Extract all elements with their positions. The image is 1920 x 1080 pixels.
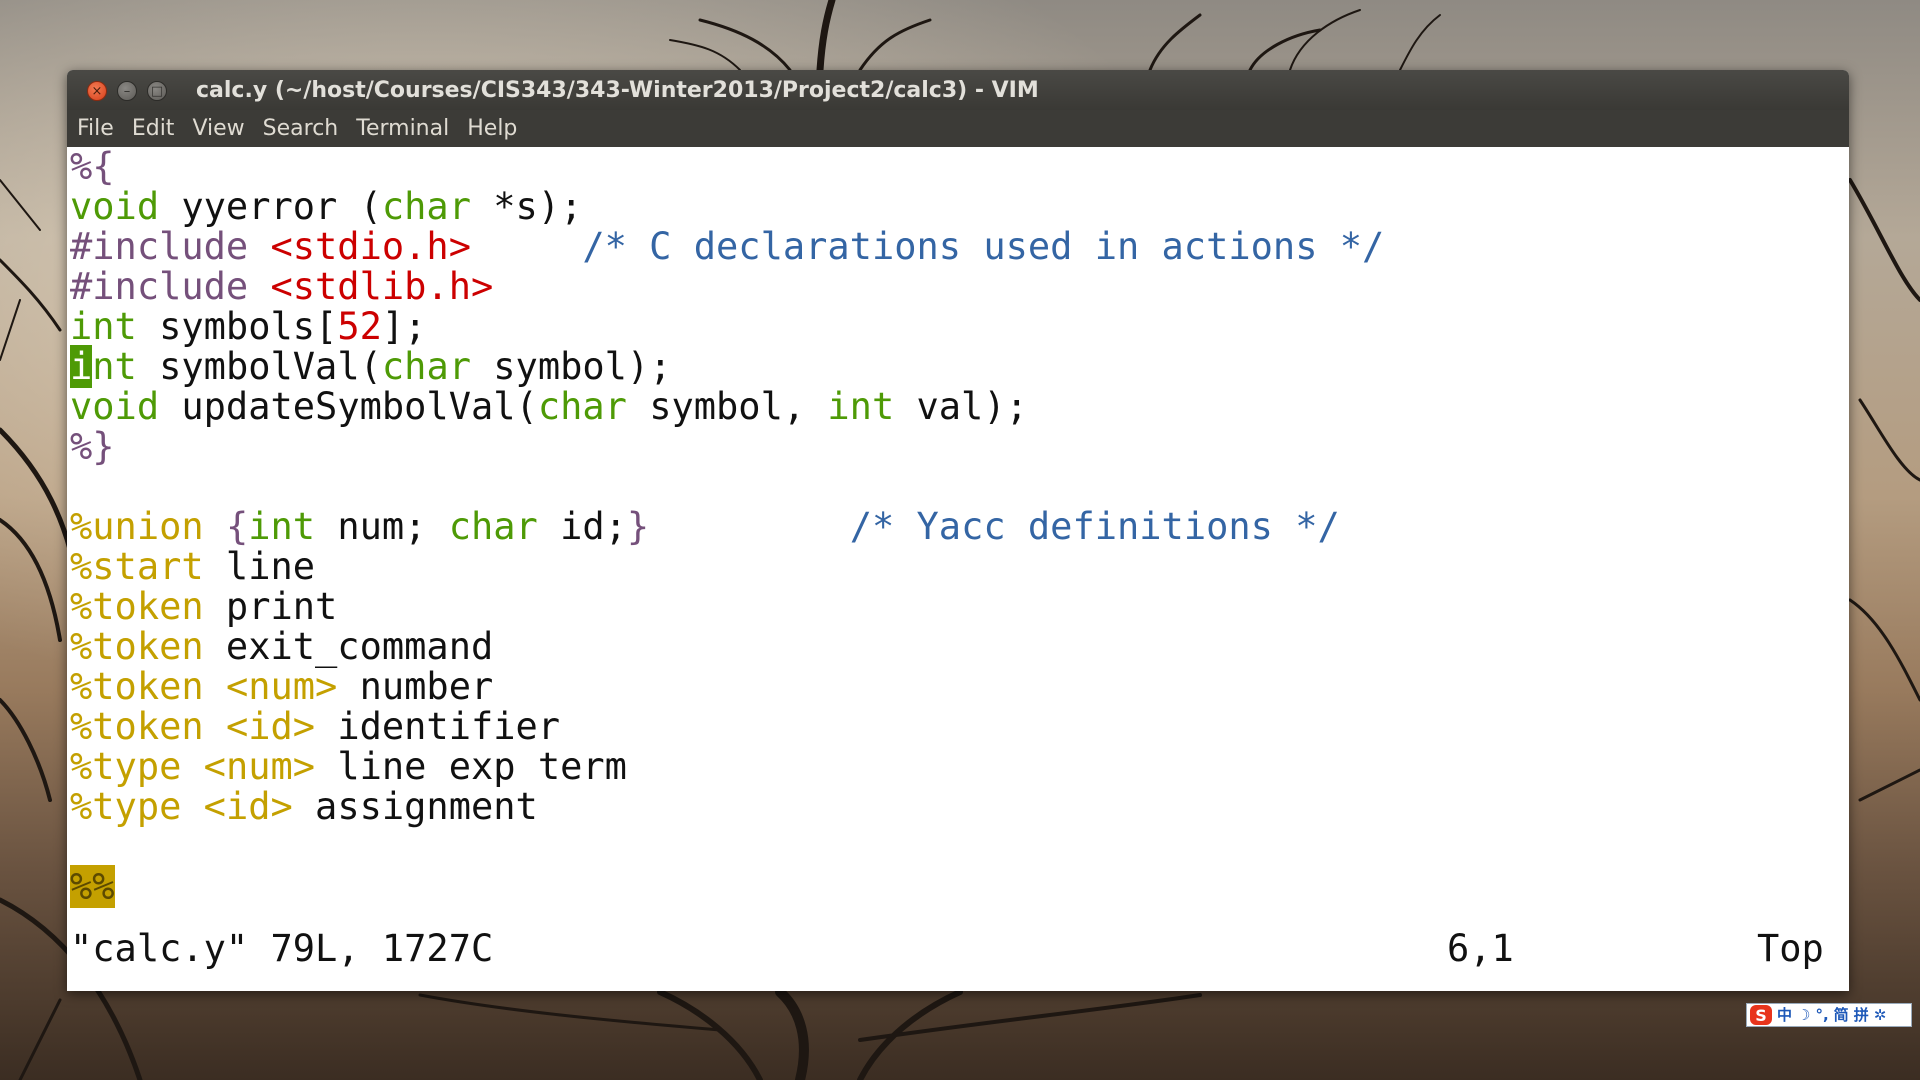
code-line: %type <num> line exp term [70,745,627,788]
minimize-icon[interactable]: – [117,81,137,101]
text-cursor: i [70,345,93,388]
scroll-indicator: Top [1757,927,1824,970]
code-line: %start line [70,545,316,588]
code-line: %token exit_command [70,625,494,668]
cursor-position: 6,1 [1447,927,1514,970]
window-title: calc.y (~/host/Courses/CIS343/343-Winter… [196,78,1039,103]
code-line: %token print [70,585,338,628]
menu-terminal[interactable]: Terminal [348,116,457,141]
punctuation-icon[interactable]: °, [1815,1007,1828,1023]
vim-status-line: "calc.y" 79L, 1727C 6,1 Top [67,927,1849,971]
code-line: %token <id> identifier [70,705,561,748]
code-line: void yyerror (char *s); [70,185,583,228]
file-info: "calc.y" 79L, 1727C [70,927,494,970]
code-line: %type <id> assignment [70,785,538,828]
sogou-logo-icon[interactable]: S [1750,1005,1772,1025]
code-line: int symbols[52]; [70,305,427,348]
menu-search[interactable]: Search [255,116,347,141]
menu-help[interactable]: Help [459,116,525,141]
code-line: #include <stdlib.h> [70,265,494,308]
code-line: %} [70,425,115,468]
vim-editor[interactable]: %{ void yyerror (char *s); #include <std… [67,147,1849,991]
ime-toolbar[interactable]: S 中 ☽ °, 简 拼 ✲ [1746,1003,1912,1027]
code-line: %{ [70,145,115,188]
code-line: %token <num> number [70,665,494,708]
close-icon[interactable]: × [87,81,107,101]
code-line: %union {int num; char id;} /* Yacc defin… [70,505,1340,548]
maximize-icon[interactable]: □ [147,81,167,101]
menu-view[interactable]: View [184,116,252,141]
match-highlight: %% [70,865,115,908]
ime-simplified-toggle[interactable]: 简 [1834,1007,1849,1023]
menu-file[interactable]: File [69,116,122,141]
menu-bar: File Edit View Search Terminal Help [67,110,1849,147]
ime-pinyin-toggle[interactable]: 拼 [1854,1007,1869,1023]
code-line: #include <stdio.h> /* C declarations use… [70,225,1385,268]
ime-language-toggle[interactable]: 中 [1777,1007,1792,1023]
gear-icon[interactable]: ✲ [1874,1007,1887,1023]
code-line: %% [70,865,115,908]
code-line: int symbolVal(char symbol); [70,345,672,388]
vim-terminal-window[interactable]: × – □ calc.y (~/host/Courses/CIS343/343-… [67,70,1849,991]
menu-edit[interactable]: Edit [124,116,183,141]
code-line: void updateSymbolVal(char symbol, int va… [70,385,1028,428]
moon-icon[interactable]: ☽ [1797,1007,1810,1023]
title-bar[interactable]: × – □ calc.y (~/host/Courses/CIS343/343-… [67,70,1849,110]
